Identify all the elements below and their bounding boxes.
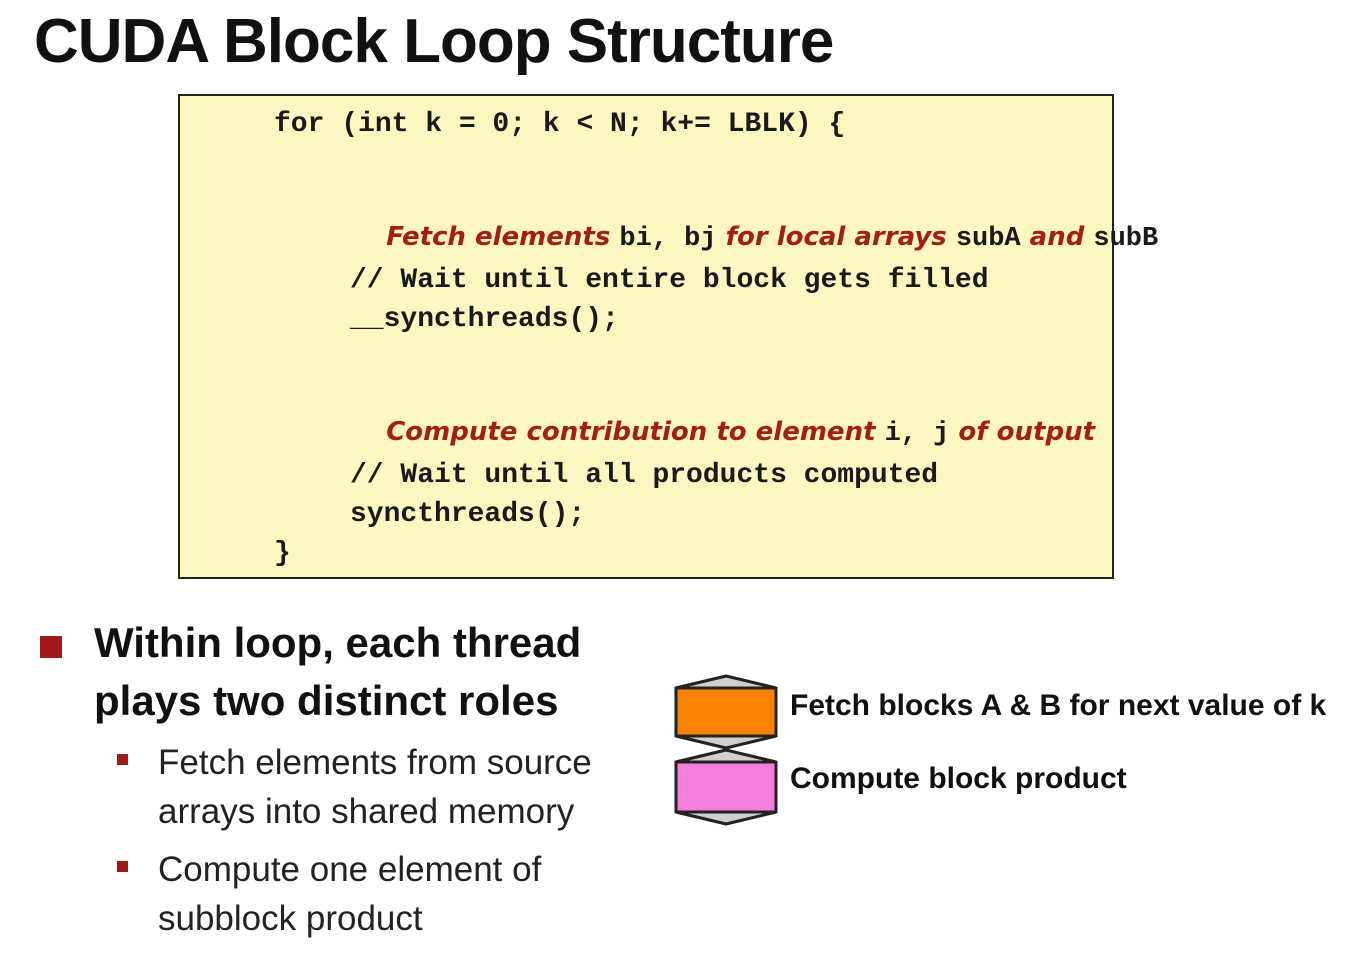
fetch-code-subB: subB — [1093, 224, 1159, 254]
main-bullet-marker — [40, 636, 62, 658]
sub-bullet-marker-2 — [117, 861, 128, 872]
code-close-brace: } — [274, 538, 291, 569]
sub-bullet-1-line-1: Fetch elements from source — [158, 743, 592, 782]
fetch-text-2: for local arrays — [716, 222, 956, 252]
main-bullet-line-1: Within loop, each thread — [94, 619, 582, 666]
sub-bullet-2-line-1: Compute one element of — [158, 850, 542, 889]
code-wait-comment-2: // Wait until all products computed — [350, 460, 939, 491]
fetch-text-1: Fetch elements — [386, 222, 620, 252]
code-loop-header: for (int k = 0; k < N; k+= LBLK) { — [274, 109, 846, 140]
sub-bullet-text-1: Fetch elements from source arrays into s… — [158, 738, 592, 836]
fetch-code-subA: subA — [955, 224, 1021, 254]
slide-title: CUDA Block Loop Structure — [34, 7, 834, 76]
compute-hexagon-bottom-cap — [675, 810, 777, 826]
fetch-hexagon-top-cap — [675, 674, 777, 690]
fetch-text-3: and — [1020, 222, 1094, 252]
sub-bullet-1-line-2: arrays into shared memory — [158, 792, 575, 831]
main-bullet-line-2: plays two distinct roles — [94, 677, 559, 724]
fetch-code-bi-bj: bi, bj — [619, 224, 717, 254]
code-block: for (int k = 0; k < N; k+= LBLK) { Fetch… — [178, 94, 1158, 579]
sub-bullet-marker-1 — [117, 754, 128, 765]
fetch-hexagon-bottom-cap — [675, 734, 777, 750]
compute-hexagon-top-cap — [675, 748, 777, 764]
code-syncthreads-1: __syncthreads(); — [350, 304, 619, 335]
compute-text-1: Compute contribution to element — [386, 417, 885, 447]
compute-code-i-j: i, j — [884, 419, 950, 449]
main-bullet-text: Within loop, each thread plays two disti… — [94, 614, 581, 730]
legend-fetch-label: Fetch blocks A & B for next value of k — [790, 689, 1327, 722]
sub-bullet-text-2: Compute one element of subblock product — [158, 845, 541, 943]
sub-bullet-2-line-2: subblock product — [158, 899, 423, 938]
code-syncthreads-2: syncthreads(); — [350, 499, 586, 530]
code-wait-comment-1: // Wait until entire block gets filled — [350, 265, 989, 296]
legend-compute-label: Compute block product — [790, 762, 1127, 795]
legend-hexagon-icon — [674, 674, 778, 826]
compute-text-2: of output — [949, 417, 1096, 447]
